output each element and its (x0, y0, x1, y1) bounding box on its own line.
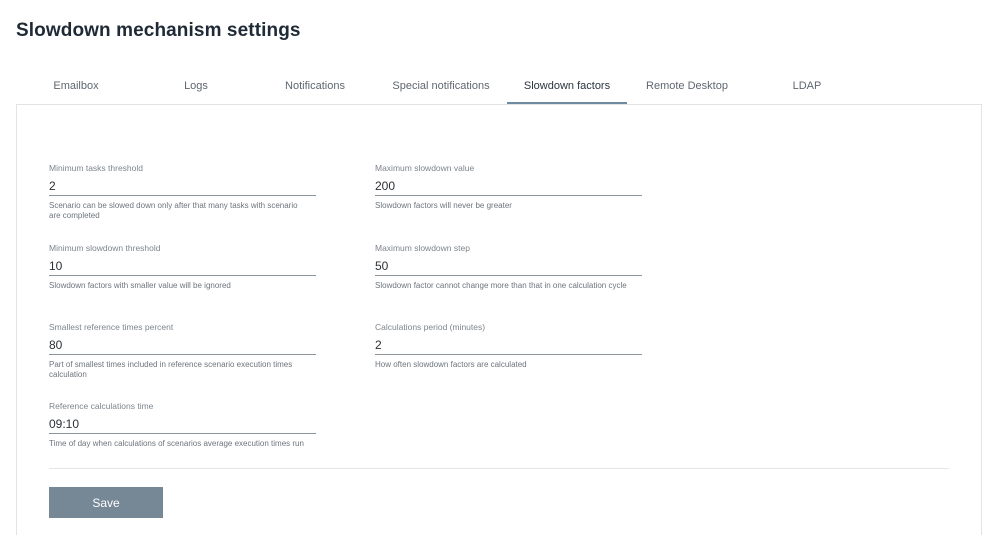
tab-remote-desktop[interactable]: Remote Desktop (627, 72, 747, 104)
maximum-slowdown-value-input[interactable] (375, 174, 642, 196)
tab-special-notifications[interactable]: Special notifications (381, 72, 501, 104)
field-help-text: How often slowdown factors are calculate… (375, 360, 527, 369)
field-help-text: Slowdown factor cannot change more than … (375, 281, 627, 290)
field-label: Maximum slowdown value (375, 163, 475, 173)
field-help-text: Slowdown factors with smaller value will… (49, 281, 231, 290)
smallest-reference-times-percent-input[interactable] (49, 333, 316, 355)
form-divider (49, 468, 949, 469)
field-reference-calculations-time: Reference calculations time Time of day … (49, 400, 316, 449)
field-help-text: Scenario can be slowed down only after t… (49, 201, 298, 220)
tab-notifications[interactable]: Notifications (255, 72, 375, 104)
tab-logs[interactable]: Logs (136, 72, 256, 104)
tab-slowdown-factors[interactable]: Slowdown factors (507, 72, 627, 104)
field-minimum-slowdown-threshold: Minimum slowdown threshold Slowdown fact… (49, 242, 316, 291)
field-help-text: Part of smallest times included in refer… (49, 360, 293, 379)
field-label: Minimum slowdown threshold (49, 243, 161, 253)
reference-calculations-time-input[interactable] (49, 412, 316, 434)
field-maximum-slowdown-value: Maximum slowdown value Slowdown factors … (375, 162, 642, 211)
field-smallest-reference-times-percent: Smallest reference times percent Part of… (49, 321, 316, 379)
field-label: Maximum slowdown step (375, 243, 470, 253)
tab-ldap[interactable]: LDAP (747, 72, 867, 104)
field-label: Minimum tasks threshold (49, 163, 144, 173)
field-calculations-period: Calculations period (minutes) How often … (375, 321, 642, 370)
settings-tabs: Emailbox Logs Notifications Special noti… (16, 72, 981, 104)
settings-panel: Minimum tasks threshold Scenario can be … (16, 104, 982, 535)
minimum-tasks-threshold-input[interactable] (49, 174, 316, 196)
field-label: Smallest reference times percent (49, 322, 174, 332)
minimum-slowdown-threshold-input[interactable] (49, 254, 316, 276)
field-help-text: Slowdown factors will never be greater (375, 201, 512, 210)
field-label: Reference calculations time (49, 401, 154, 411)
page-title: Slowdown mechanism settings (16, 20, 301, 41)
maximum-slowdown-step-input[interactable] (375, 254, 642, 276)
calculations-period-input[interactable] (375, 333, 642, 355)
tab-emailbox[interactable]: Emailbox (16, 72, 136, 104)
field-help-text: Time of day when calculations of scenari… (49, 439, 304, 448)
field-label: Calculations period (minutes) (375, 322, 486, 332)
field-minimum-tasks-threshold: Minimum tasks threshold Scenario can be … (49, 162, 316, 220)
save-button[interactable]: Save (49, 487, 163, 518)
field-maximum-slowdown-step: Maximum slowdown step Slowdown factor ca… (375, 242, 642, 291)
